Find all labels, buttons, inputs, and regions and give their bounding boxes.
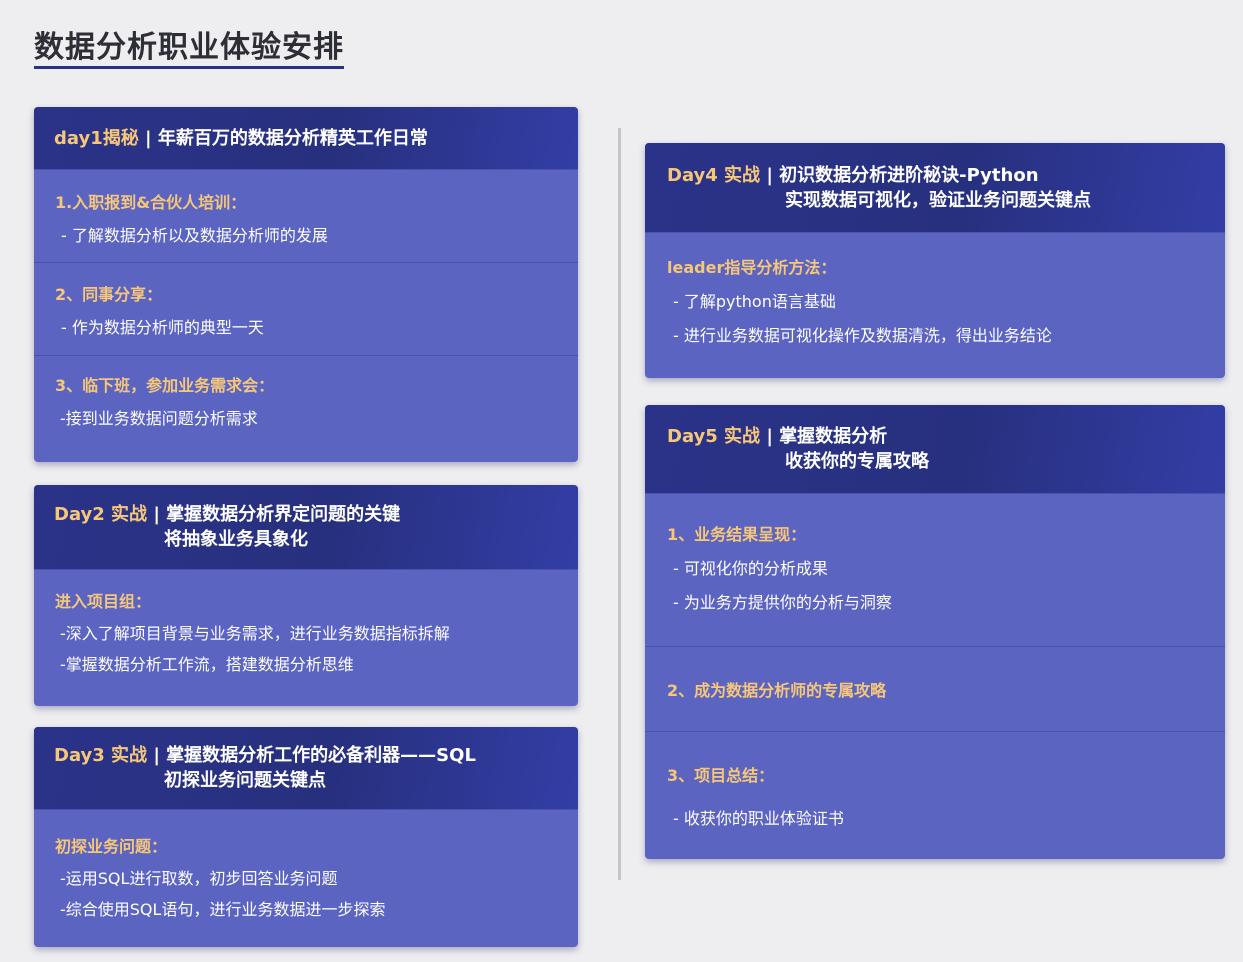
day3-title: | 掌握数据分析工作的必备利器——SQL bbox=[153, 745, 476, 766]
section-item: -运用SQL进行取数，初步回答业务问题 bbox=[60, 869, 338, 888]
section-item: -掌握数据分析工作流，搭建数据分析思维 bbox=[60, 655, 354, 674]
page: 数据分析职业体验安排 day1揭秘 | 年薪百万的数据分析精英工作日常 1.入职… bbox=[0, 0, 1243, 962]
day5-header: Day5 实战 | 掌握数据分析 收获你的专属攻略 bbox=[645, 405, 1225, 493]
page-title: 数据分析职业体验安排 bbox=[34, 30, 344, 65]
section-title: 3、临下班，参加业务需求会： bbox=[55, 376, 275, 395]
day5-section-3: 3、项目总结： - 收获你的职业体验证书 bbox=[645, 731, 1225, 830]
day2-title: | 掌握数据分析界定问题的关键 bbox=[153, 504, 401, 525]
section-title: 3、项目总结： bbox=[667, 766, 775, 785]
day1-label: day1揭秘 bbox=[54, 127, 139, 149]
day5-title: | 掌握数据分析 bbox=[766, 426, 888, 447]
section-item: - 可视化你的分析成果 bbox=[673, 559, 828, 578]
day4-header: Day4 实战 | 初识数据分析进阶秘诀-Python 实现数据可视化，验证业务… bbox=[645, 143, 1225, 232]
title-underline bbox=[34, 66, 344, 69]
section-item: - 了解数据分析以及数据分析师的发展 bbox=[61, 226, 328, 245]
day3-subtitle: 初探业务问题关键点 bbox=[164, 770, 326, 791]
section-item: - 收获你的职业体验证书 bbox=[673, 809, 844, 828]
day3-header: Day3 实战 | 掌握数据分析工作的必备利器——SQL 初探业务问题关键点 bbox=[34, 727, 578, 809]
day3-section-1: 初探业务问题： -运用SQL进行取数，初步回答业务问题 -综合使用SQL语句，进… bbox=[34, 809, 578, 921]
day1-section-3: 3、临下班，参加业务需求会： -接到业务数据问题分析需求 bbox=[34, 355, 578, 462]
section-item: -深入了解项目背景与业务需求，进行业务数据指标拆解 bbox=[60, 624, 450, 643]
day3-card: Day3 实战 | 掌握数据分析工作的必备利器——SQL 初探业务问题关键点 初… bbox=[34, 727, 578, 947]
day1-title: | 年薪百万的数据分析精英工作日常 bbox=[145, 127, 428, 149]
section-title: 1、业务结果呈现： bbox=[667, 525, 807, 544]
day2-subtitle: 将抽象业务具象化 bbox=[164, 529, 308, 550]
section-title: 进入项目组： bbox=[55, 592, 152, 611]
section-title: leader指导分析方法： bbox=[667, 258, 837, 277]
day4-section-1: leader指导分析方法： - 了解python语言基础 - 进行业务数据可视化… bbox=[645, 232, 1225, 347]
day4-subtitle: 实现数据可视化，验证业务问题关键点 bbox=[785, 189, 1091, 211]
day4-card: Day4 实战 | 初识数据分析进阶秘诀-Python 实现数据可视化，验证业务… bbox=[645, 143, 1225, 378]
day3-label: Day3 实战 bbox=[54, 745, 148, 766]
day4-title: | 初识数据分析进阶秘诀-Python bbox=[766, 164, 1039, 186]
day5-card: Day5 实战 | 掌握数据分析 收获你的专属攻略 1、业务结果呈现： - 可视… bbox=[645, 405, 1225, 859]
section-title: 初探业务问题： bbox=[55, 837, 168, 856]
section-item: - 作为数据分析师的典型一天 bbox=[61, 318, 264, 337]
day5-label: Day5 实战 bbox=[667, 426, 761, 447]
section-item: - 了解python语言基础 bbox=[673, 292, 836, 311]
section-title: 1.入职报到&合伙人培训： bbox=[55, 193, 247, 212]
section-item: -接到业务数据问题分析需求 bbox=[60, 409, 258, 428]
section-item: - 为业务方提供你的分析与洞察 bbox=[673, 593, 892, 612]
day5-section-2: 2、成为数据分析师的专属攻略 bbox=[645, 646, 1225, 731]
day1-card: day1揭秘 | 年薪百万的数据分析精英工作日常 1.入职报到&合伙人培训： -… bbox=[34, 107, 578, 462]
section-title: 2、成为数据分析师的专属攻略 bbox=[667, 681, 887, 700]
section-item: -综合使用SQL语句，进行业务数据进一步探索 bbox=[60, 900, 386, 919]
day1-header: day1揭秘 | 年薪百万的数据分析精英工作日常 bbox=[34, 107, 578, 169]
section-title: 2、同事分享： bbox=[55, 285, 163, 304]
day4-label: Day4 实战 bbox=[667, 164, 761, 186]
day2-header: Day2 实战 | 掌握数据分析界定问题的关键 将抽象业务具象化 bbox=[34, 485, 578, 569]
section-item: - 进行业务数据可视化操作及数据清洗，得出业务结论 bbox=[673, 326, 1052, 345]
day2-section-1: 进入项目组： -深入了解项目背景与业务需求，进行业务数据指标拆解 -掌握数据分析… bbox=[34, 569, 578, 676]
column-divider bbox=[618, 128, 621, 880]
day1-section-2: 2、同事分享： - 作为数据分析师的典型一天 bbox=[34, 262, 578, 355]
day5-subtitle: 收获你的专属攻略 bbox=[785, 451, 929, 472]
day5-section-1: 1、业务结果呈现： - 可视化你的分析成果 - 为业务方提供你的分析与洞察 bbox=[645, 493, 1225, 646]
day2-label: Day2 实战 bbox=[54, 504, 148, 525]
day2-card: Day2 实战 | 掌握数据分析界定问题的关键 将抽象业务具象化 进入项目组： … bbox=[34, 485, 578, 706]
day1-section-1: 1.入职报到&合伙人培训： - 了解数据分析以及数据分析师的发展 bbox=[34, 169, 578, 262]
